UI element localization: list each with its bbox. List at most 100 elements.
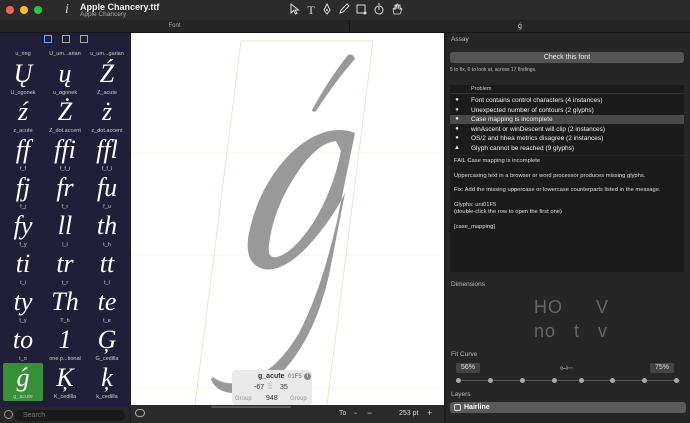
- fit-curve-tick[interactable]: [674, 378, 679, 383]
- zoom-in-button[interactable]: +: [427, 408, 432, 418]
- glyph-cell-name: g_acute: [13, 394, 33, 400]
- zoom-window-button[interactable]: [34, 6, 42, 14]
- glyph-cell[interactable]: fu f_u: [87, 173, 127, 211]
- glyph-cell-preview: ll: [57, 211, 73, 240]
- glyph-cell[interactable]: Ķ K_cedilla: [45, 363, 85, 401]
- glyph-cell[interactable]: ż z_dot.accent: [87, 97, 127, 135]
- glyph-cell[interactable]: Ģ G_cedilla: [87, 325, 127, 363]
- fit-curve-left-value[interactable]: 56%: [456, 363, 480, 373]
- right-group-label[interactable]: Group: [290, 396, 307, 402]
- status-dot-icon: ●: [455, 116, 459, 122]
- glyph-cell[interactable]: to t_o: [3, 325, 43, 363]
- glyph-cell-preview: ų: [58, 59, 72, 88]
- glyph-cell[interactable]: ll l_l: [45, 211, 85, 249]
- glyph-cell-name: f_j: [20, 204, 26, 210]
- detail-glyphs[interactable]: Glyphs: uni01F5: [454, 202, 680, 210]
- glyph-cell-name: Z_acute: [97, 90, 117, 96]
- check-font-button[interactable]: Check this font: [450, 52, 684, 63]
- list-view-icon[interactable]: [62, 35, 70, 43]
- glyph-cell-preview: fy: [13, 211, 33, 240]
- glyph-cell[interactable]: th t_h: [87, 211, 127, 249]
- glyph-cell[interactable]: Ź Z_acute: [87, 59, 127, 97]
- fit-curve-tick[interactable]: [520, 378, 525, 383]
- fit-curve-tick[interactable]: [642, 378, 647, 383]
- glyph-cell[interactable]: te t_e: [87, 287, 127, 325]
- fit-curve-tick[interactable]: [552, 378, 557, 383]
- problem-row[interactable]: ● winAscent or winDescent will clip (2 in…: [450, 125, 684, 134]
- glyph-cell[interactable]: ź z_acute: [3, 97, 43, 135]
- glyph-cell[interactable]: ffl f_f_l: [87, 135, 127, 173]
- lsb-value[interactable]: -67: [254, 384, 264, 391]
- pencil-tool-icon[interactable]: [337, 3, 351, 17]
- layer-item-label: Hairline: [464, 404, 490, 411]
- glyph-cell[interactable]: ff f_f: [3, 135, 43, 173]
- problem-row[interactable]: ● OS/2 and hhea metrics disagree (2 insta…: [450, 134, 684, 143]
- glyph-cell[interactable]: ty t_y: [3, 287, 43, 325]
- dimensions-sample-bottom-mid: t: [574, 321, 580, 341]
- info-icon[interactable]: i: [304, 373, 311, 380]
- minimize-window-button[interactable]: [20, 6, 28, 14]
- glyph-cell[interactable]: u_ring: [3, 45, 43, 59]
- preview-eye-icon[interactable]: [135, 409, 145, 417]
- app-icon: i: [65, 2, 69, 17]
- canvas-footer: To ⌄ − 253 pt +: [131, 405, 444, 423]
- fit-curve-tick[interactable]: [456, 378, 461, 383]
- text-tool-icon[interactable]: T: [304, 3, 318, 17]
- fit-curve-tick[interactable]: [579, 378, 584, 383]
- preview-view-icon[interactable]: [80, 35, 88, 43]
- glyph-cell[interactable]: U_um...arian: [45, 45, 85, 59]
- glyph-cell-name: z_dot.accent: [91, 128, 123, 134]
- glyph-cell[interactable]: 1 one.p...tional: [45, 325, 85, 363]
- tab-font[interactable]: Font: [0, 20, 350, 33]
- glyph-cell[interactable]: u_um...garian: [87, 45, 127, 59]
- add-glyph-icon[interactable]: [4, 410, 13, 419]
- glyph-cell[interactable]: ti t_i: [3, 249, 43, 287]
- status-dot-icon: ●: [455, 97, 459, 103]
- glyph-search-input[interactable]: Search: [15, 410, 125, 421]
- glyph-cell[interactable]: ķ k_cedilla: [87, 363, 127, 401]
- warning-triangle-icon: ▲: [454, 144, 460, 151]
- glyph-cell[interactable]: Ų U_ogonek: [3, 59, 43, 97]
- glyph-editor-canvas[interactable]: [131, 33, 444, 406]
- glyph-cell[interactable]: fj f_j: [3, 173, 43, 211]
- status-dot-icon: ●: [455, 106, 459, 113]
- glyph-cell[interactable]: ų u_ogonek: [45, 59, 85, 97]
- layer-icon: [454, 404, 461, 411]
- glyph-cell[interactable]: tr t_r: [45, 249, 85, 287]
- dimensions-sample-bottom-right: v: [598, 321, 607, 341]
- fit-curve-right-value[interactable]: 75%: [650, 363, 674, 373]
- zoom-out-button[interactable]: −: [367, 408, 372, 418]
- problem-row[interactable]: ● Unexpected number of contours (2 glyphs…: [450, 106, 684, 115]
- tab-glyph[interactable]: ǵ: [350, 20, 690, 33]
- fit-curve-tick[interactable]: [488, 378, 493, 383]
- rectangle-tool-icon[interactable]: [354, 3, 368, 17]
- glyph-cell-selected[interactable]: ǵ g_acute: [3, 363, 43, 401]
- left-group-label[interactable]: Group: [235, 396, 252, 402]
- glyph-cell[interactable]: fr f_r: [45, 173, 85, 211]
- pointer-tool-icon[interactable]: [288, 2, 302, 17]
- hand-tool-icon[interactable]: [390, 3, 404, 17]
- problem-row[interactable]: ● Case mapping is incomplete: [450, 115, 684, 124]
- problem-row[interactable]: ▲ Glyph cannot be reached (9 glyphs): [450, 144, 684, 153]
- layer-item-hairline[interactable]: Hairline: [450, 402, 686, 413]
- fit-curve-tick[interactable]: [610, 378, 615, 383]
- glyph-cell[interactable]: Ż Z_dot.accent: [45, 97, 85, 135]
- preview-text-menu[interactable]: To: [339, 410, 346, 417]
- glyph-info-panel: g_acute 01F5 i -67 ⁞⁞ 35 Group 948 Group: [232, 370, 312, 406]
- measure-tool-icon[interactable]: [372, 3, 386, 17]
- glyph-cell[interactable]: fy f_y: [3, 211, 43, 249]
- glyph-cell[interactable]: Th T_h: [45, 287, 85, 325]
- problem-table-header: Problem: [450, 85, 684, 94]
- problem-row[interactable]: ● Font contains control characters (4 ins…: [450, 96, 684, 105]
- rsb-value[interactable]: 35: [280, 384, 288, 391]
- canvas-scrollbar[interactable]: [211, 406, 291, 408]
- grid-view-icon[interactable]: [44, 35, 52, 43]
- glyph-cell[interactable]: tt t_t: [87, 249, 127, 287]
- glyph-cell[interactable]: ffi f_f_i: [45, 135, 85, 173]
- pen-tool-icon[interactable]: [320, 2, 334, 17]
- close-window-button[interactable]: [6, 6, 14, 14]
- chevron-down-icon[interactable]: ⌄: [353, 409, 358, 416]
- problem-text: OS/2 and hhea metrics disagree (2 instan…: [471, 135, 604, 142]
- advance-width-value[interactable]: 948: [266, 395, 278, 402]
- dimensions-sample-bottom: no: [534, 321, 557, 341]
